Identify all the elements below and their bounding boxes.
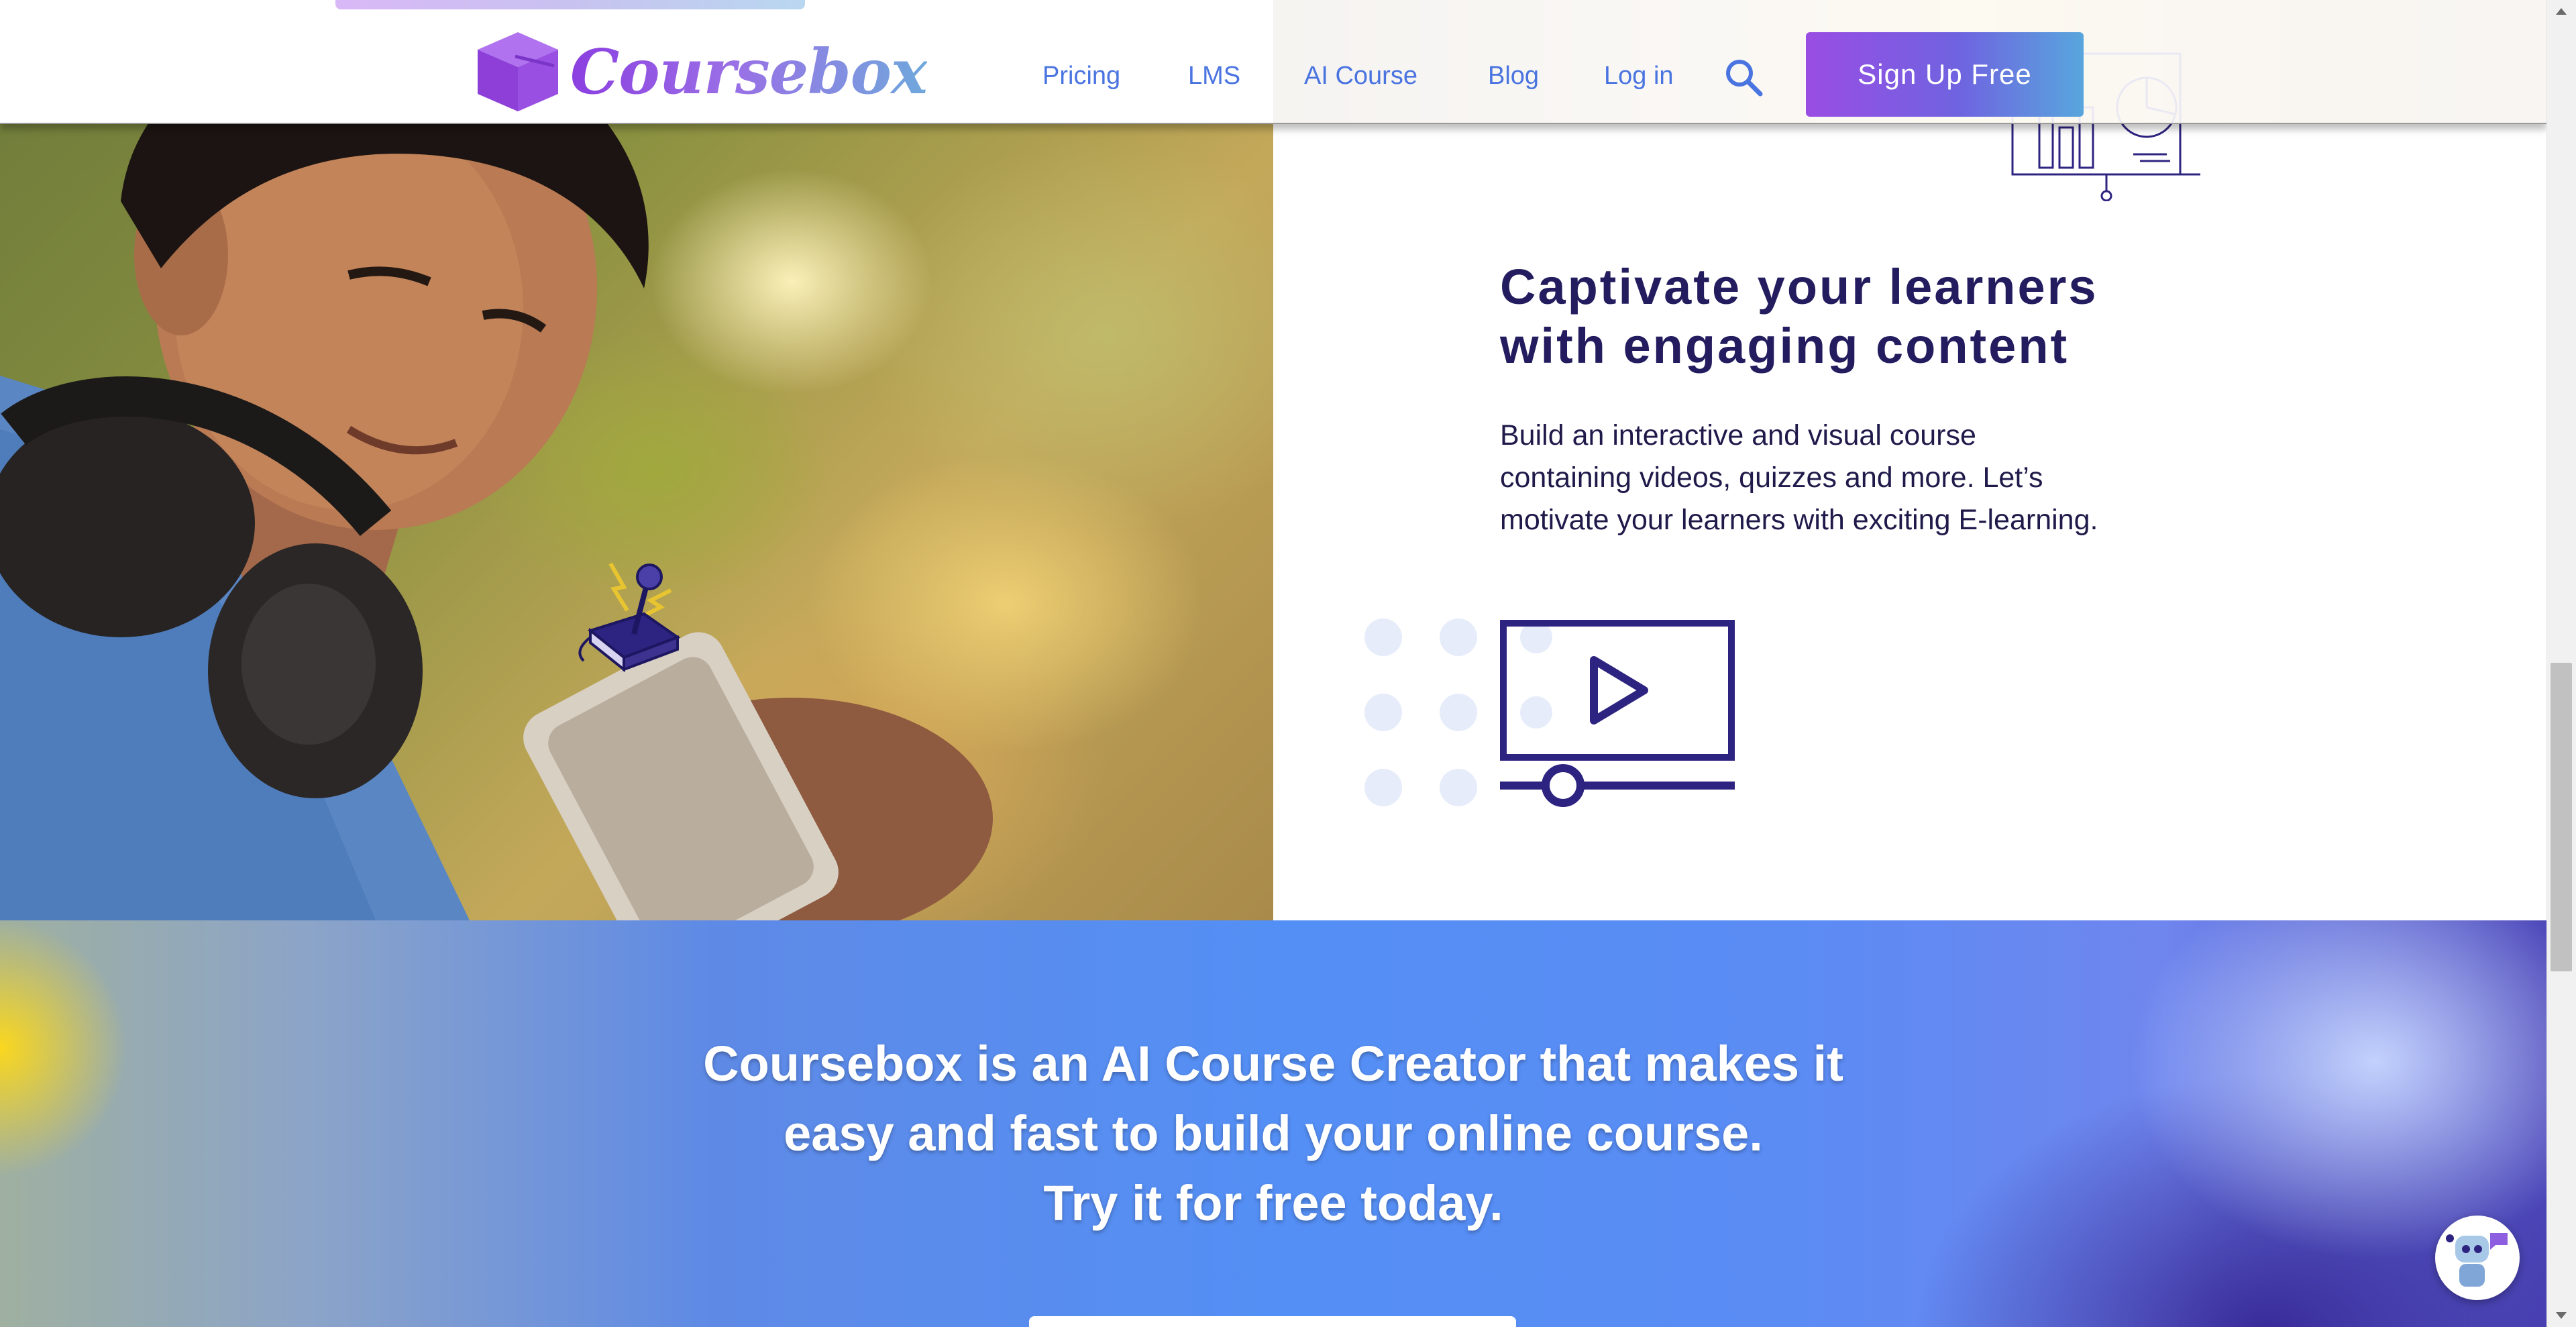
nav-lms[interactable]: LMS (1188, 62, 1240, 91)
nav-pricing[interactable]: Pricing (1042, 62, 1120, 91)
nav-log-in[interactable]: Log in (1604, 62, 1674, 91)
scroll-up-arrow[interactable] (2556, 8, 2567, 15)
feature-description: Build an interactive and visual course c… (1500, 415, 2171, 541)
sign-up-free-button[interactable]: Sign Up Free (1806, 32, 2084, 117)
scrollbar-thumb[interactable] (2551, 663, 2572, 971)
site-header: Coursebox Pricing LMS AI Course Blog Log… (0, 0, 2546, 124)
cta-line2: easy and fast to build your online cours… (784, 1106, 1763, 1161)
logo-text: Coursebox (570, 36, 928, 108)
cta-headline: Coursebox is an AI Course Creator that m… (0, 1029, 2546, 1238)
nav-ai-course[interactable]: AI Course (1304, 62, 1417, 91)
video-play-icon (1500, 620, 1735, 807)
chatbot-widget[interactable] (2435, 1216, 2520, 1300)
cta-section: Coursebox is an AI Course Creator that m… (0, 920, 2546, 1327)
feature-title-line1: Captivate your learners (1500, 259, 2098, 315)
top-highlight-bar (335, 0, 805, 9)
feature-body-line3: motivate your learners with exciting E-l… (1500, 504, 2098, 536)
cta-line1: Coursebox is an AI Course Creator that m… (703, 1036, 1843, 1091)
hero-photo (0, 0, 1273, 920)
cta-line3: Try it for free today. (1043, 1175, 1503, 1231)
feature-title-line2: with engaging content (1500, 318, 2070, 374)
feature-body-line2: containing videos, quizzes and more. Let… (1500, 462, 2043, 494)
feature-title: Captivate your learners with engaging co… (1500, 258, 2171, 376)
cta-button[interactable] (1029, 1316, 1516, 1343)
boy-with-phone-illustration (0, 25, 993, 920)
coursebox-logo-icon (478, 32, 558, 111)
joystick-icon (578, 562, 681, 673)
feature-body-line1: Build an interactive and visual course (1500, 419, 1976, 451)
nav-blog[interactable]: Blog (1488, 62, 1539, 91)
chatbot-icon (2446, 1233, 2508, 1287)
search-icon[interactable] (1724, 58, 1763, 97)
logo[interactable]: Coursebox (475, 30, 928, 114)
scroll-down-arrow[interactable] (2556, 1312, 2567, 1319)
